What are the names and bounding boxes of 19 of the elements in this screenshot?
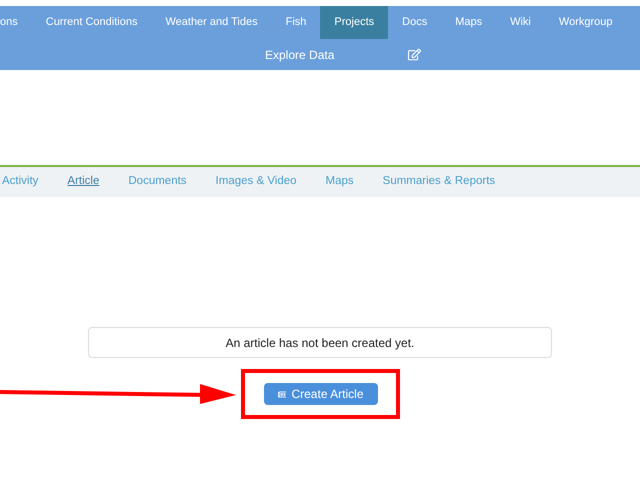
tab[interactable]: Summaries & Reports [382,173,496,191]
nav-link[interactable]: Docs [388,6,442,39]
tab[interactable]: Article [67,173,100,191]
tab[interactable]: Images & Video [216,173,297,191]
nav-link[interactable]: Projects [320,6,388,39]
create-article-button[interactable]: Create Article [264,383,378,405]
nav-link[interactable]: Explore Data [265,46,334,64]
tab[interactable]: Activity [2,173,38,191]
nav-link[interactable]: Wiki [496,6,545,39]
nav-link[interactable]: Workgroup [544,6,626,39]
message-text: An article has not been created yet. [226,334,414,352]
nav-link[interactable]: ons [0,6,32,39]
edit-icon[interactable] [408,48,422,61]
nav-link[interactable]: Weather and Tides [151,6,272,39]
nav-link[interactable]: Current Conditions [32,6,152,39]
tab[interactable]: Documents [128,173,187,191]
tab[interactable]: Maps [326,173,354,191]
nav-link[interactable]: Maps [441,6,496,39]
nav-link[interactable]: Fish [272,6,320,39]
